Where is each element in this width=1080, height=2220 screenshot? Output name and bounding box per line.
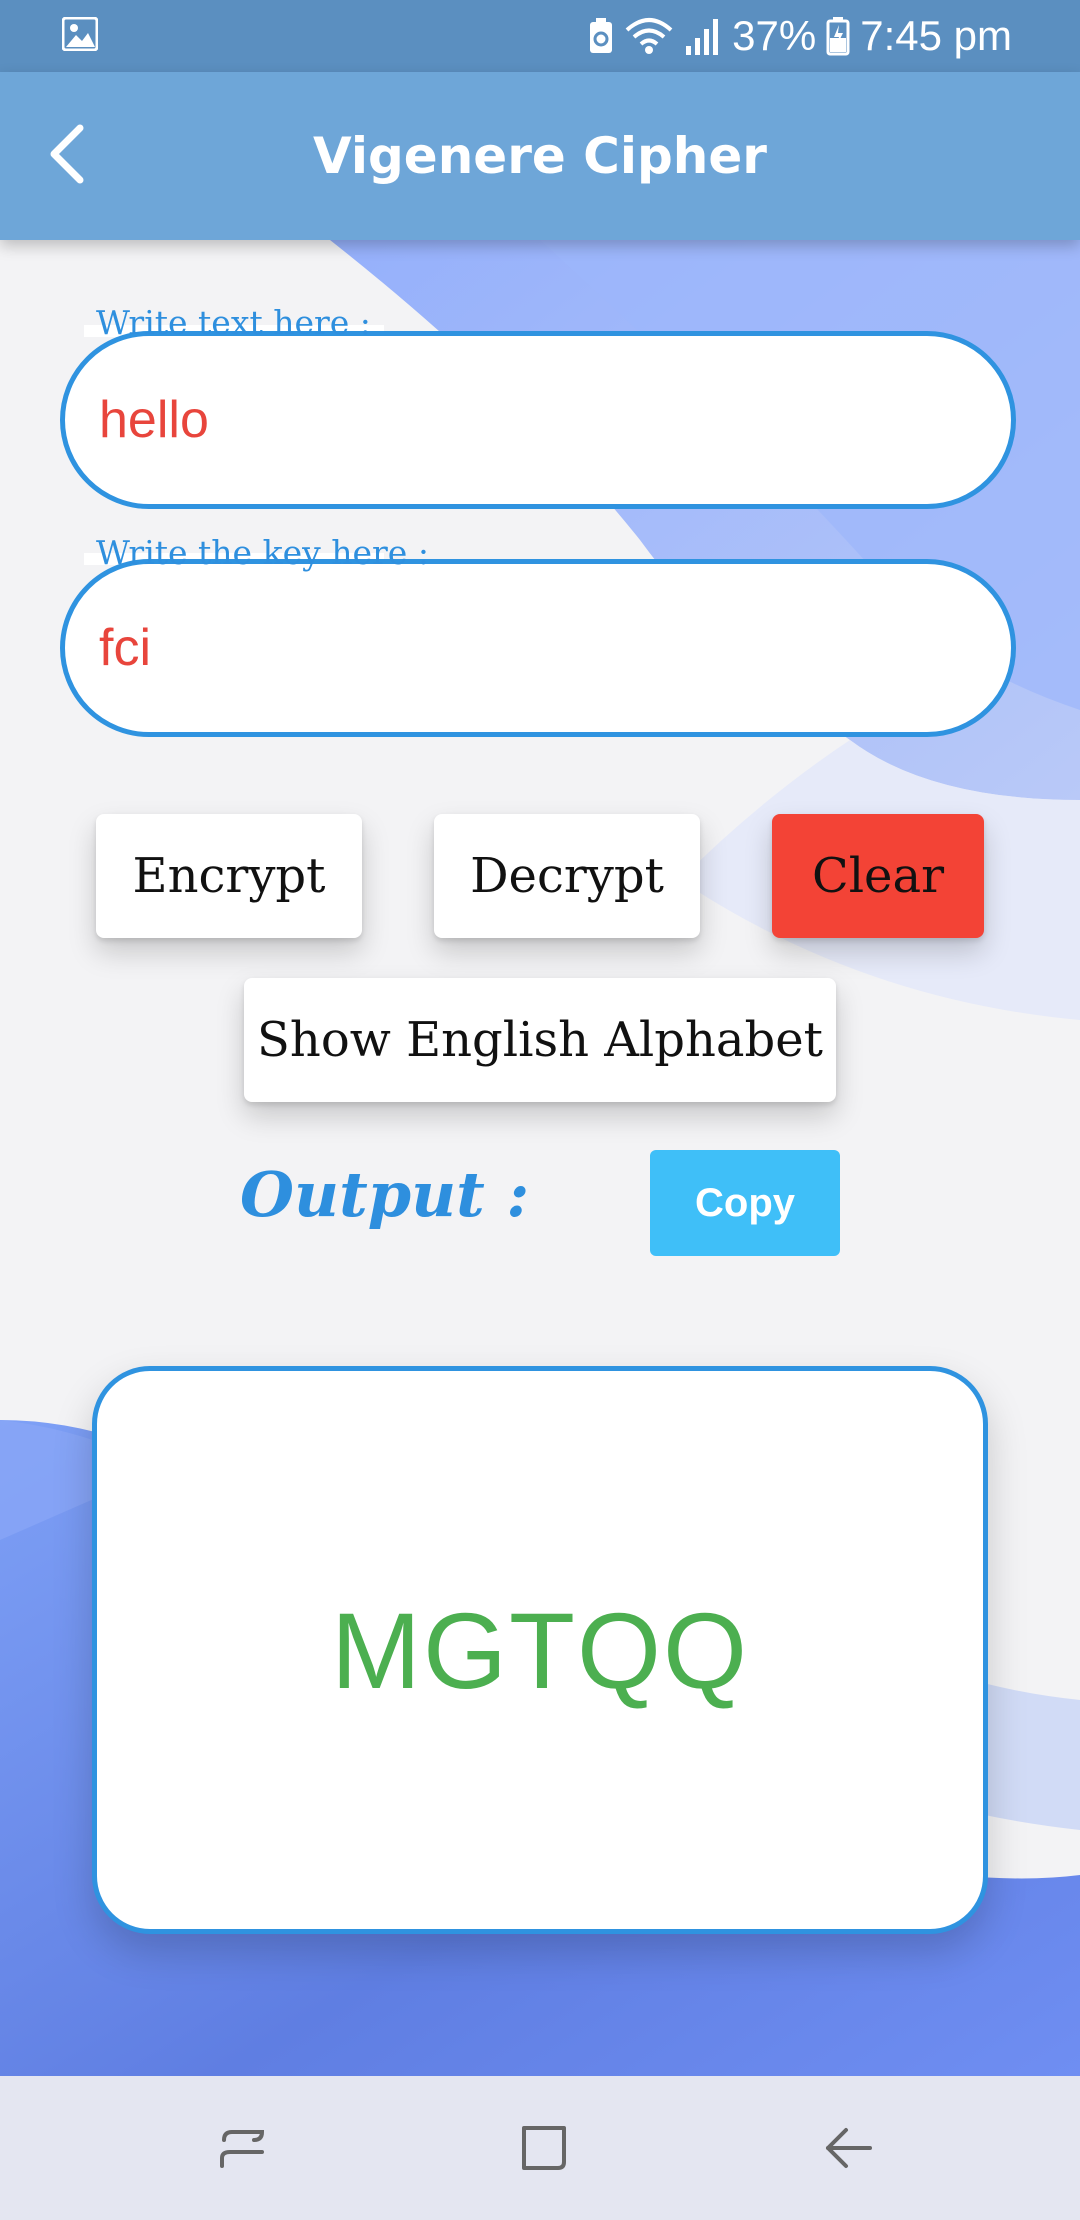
app-bar: Vigenere Cipher xyxy=(0,72,1080,240)
clock: 7:45 pm xyxy=(860,12,1012,59)
key-input-value[interactable]: fci xyxy=(99,564,151,732)
text-input-value[interactable]: hello xyxy=(99,336,209,504)
copy-button[interactable]: Copy xyxy=(650,1150,840,1256)
decrypt-button[interactable]: Decrypt xyxy=(434,814,700,938)
gallery-icon xyxy=(62,17,98,51)
back-icon[interactable] xyxy=(816,2116,880,2180)
battery-icon xyxy=(826,17,850,56)
signal-icon xyxy=(686,19,719,55)
home-icon[interactable] xyxy=(512,2116,576,2180)
key-input[interactable]: fci xyxy=(60,559,1016,737)
battery-percent: 37% xyxy=(732,12,817,59)
page-title: Vigenere Cipher xyxy=(313,127,767,185)
output-label: Output : xyxy=(240,1158,530,1231)
status-bar: 37% 7:45 pm xyxy=(0,0,1080,72)
output-result: MGTQQ xyxy=(331,1589,749,1711)
clear-button[interactable]: Clear xyxy=(772,814,984,938)
battery-saver-icon xyxy=(590,18,613,53)
recent-apps-icon[interactable] xyxy=(210,2116,274,2180)
encrypt-button[interactable]: Encrypt xyxy=(96,814,362,938)
key-field-label: Write the key here : xyxy=(96,533,429,572)
output-box: MGTQQ xyxy=(92,1366,988,1934)
text-input[interactable]: hello xyxy=(60,331,1016,509)
nav-bar xyxy=(0,2076,1080,2220)
text-field-label: Write text here : xyxy=(96,303,371,342)
show-alphabet-button[interactable]: Show English Alphabet xyxy=(244,978,836,1102)
wifi-icon xyxy=(625,18,673,54)
